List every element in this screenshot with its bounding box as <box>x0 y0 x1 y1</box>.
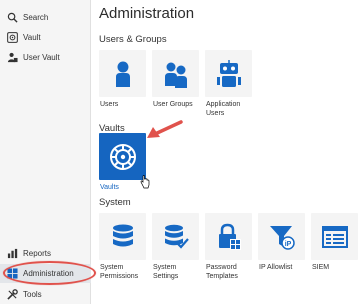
sidebar-item-tools[interactable]: Tools <box>0 285 91 304</box>
sidebar-item-label: Search <box>23 13 49 22</box>
funnel-ip-icon: iP <box>269 225 295 250</box>
search-icon <box>7 12 18 23</box>
tile-label-user-groups: User Groups <box>153 101 193 108</box>
siem-window-icon <box>321 225 348 248</box>
administration-highlight-circle <box>3 261 96 285</box>
database-icon <box>112 224 133 246</box>
tile-label-users: Users <box>100 101 119 108</box>
user-vault-icon <box>7 52 18 63</box>
section-title-system: System <box>99 197 131 208</box>
tile-label-siem: SIEM <box>312 264 330 271</box>
tile-label-ip-allowlist: IP Allowlist <box>259 264 293 271</box>
lock-grid-icon <box>218 223 241 250</box>
reports-icon <box>7 248 18 259</box>
tools-icon <box>7 289 18 300</box>
tile-label-system-permissions: System Permissions <box>100 264 139 280</box>
sidebar-item-label: Vault <box>23 33 41 42</box>
tile-label-application-users: Application Users <box>206 101 241 117</box>
section-title-users-groups: Users & Groups <box>99 34 167 45</box>
vault-icon <box>7 32 18 43</box>
tile-password-templates[interactable] <box>205 213 252 260</box>
vault-dial-icon <box>109 143 136 170</box>
tile-label-password-templates: Password Templates <box>206 264 238 280</box>
tile-vaults[interactable] <box>99 133 146 180</box>
page-title: Administration <box>99 5 195 22</box>
main-content: Administration Users & Groups Users User… <box>91 0 362 304</box>
svg-text:iP: iP <box>284 241 291 248</box>
sidebar-item-label: Reports <box>23 249 52 258</box>
tile-user-groups[interactable] <box>152 50 199 97</box>
sidebar-item-label: User Vault <box>23 53 60 62</box>
tile-system-permissions[interactable] <box>99 213 146 260</box>
user-groups-icon <box>164 62 187 88</box>
hand-cursor-icon <box>140 175 150 189</box>
tile-ip-allowlist[interactable]: iP <box>258 213 305 260</box>
sidebar-item-search[interactable]: Search <box>0 8 91 27</box>
robot-icon <box>216 59 241 87</box>
tile-system-settings[interactable] <box>152 213 199 260</box>
sidebar-item-label: Tools <box>23 290 42 299</box>
user-icon <box>115 61 130 87</box>
tile-siem[interactable] <box>311 213 358 260</box>
sidebar: Search Vault User Vault Reports Administ… <box>0 0 91 304</box>
sidebar-item-user-vault[interactable]: User Vault <box>0 48 91 67</box>
sidebar-item-vault[interactable]: Vault <box>0 28 91 47</box>
annotation-arrow <box>147 120 183 138</box>
tile-label-system-settings: System Settings <box>153 264 179 280</box>
database-check-icon <box>164 224 189 249</box>
tile-users[interactable] <box>99 50 146 97</box>
tile-application-users[interactable] <box>205 50 252 97</box>
